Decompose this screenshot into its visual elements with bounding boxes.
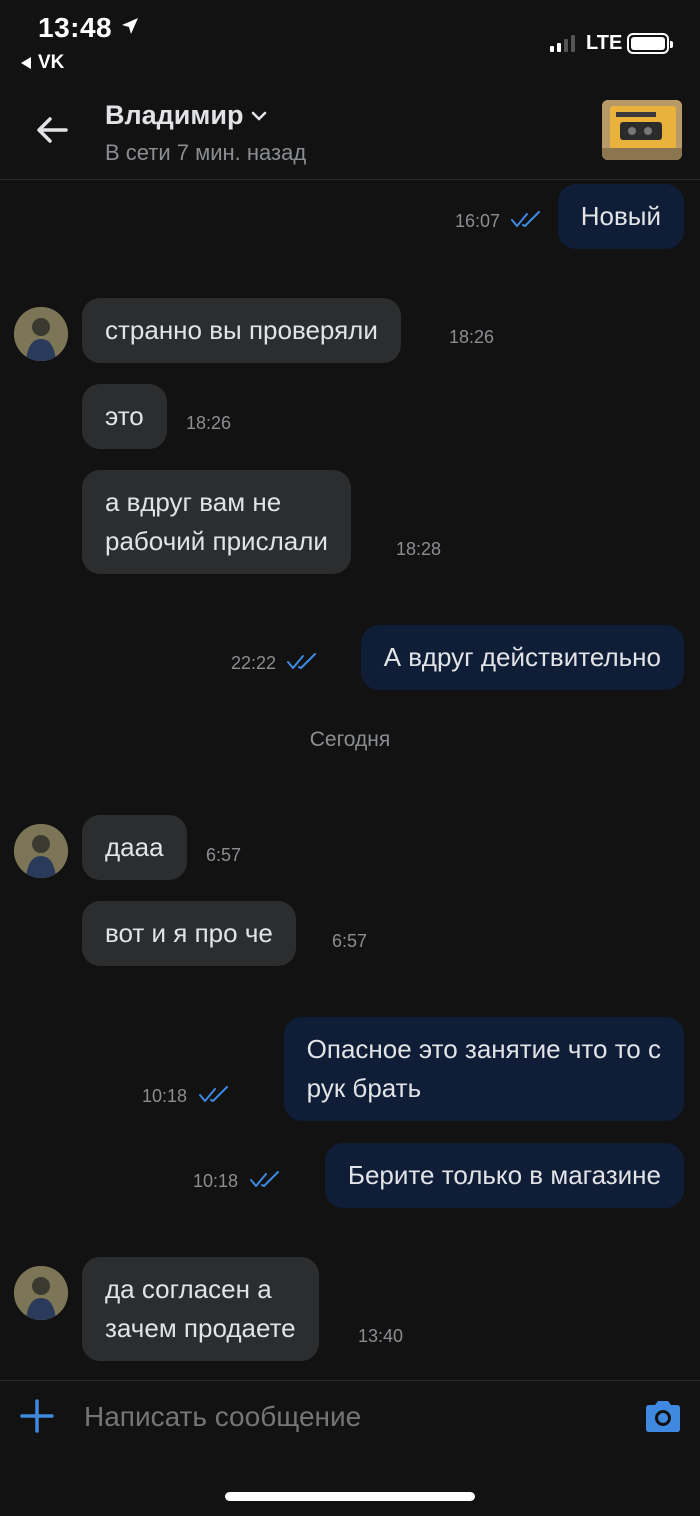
read-checks-icon xyxy=(250,1171,279,1187)
message-time: 10:18 xyxy=(142,1086,188,1106)
network-label: LTE xyxy=(586,32,623,54)
contact-name-row[interactable]: Владимир xyxy=(105,100,267,131)
message-bubble-outgoing[interactable]: Новый xyxy=(557,184,684,249)
message-input[interactable] xyxy=(84,1401,604,1433)
message-bubble-incoming[interactable]: да согласен а зачем продаете xyxy=(82,1257,319,1361)
message-time: 18:26 xyxy=(449,327,495,347)
chat-header: Владимир В сети 7 мин. назад xyxy=(0,80,700,180)
home-indicator xyxy=(225,1492,475,1501)
date-separator: Сегодня xyxy=(309,728,391,751)
message-bubble-outgoing[interactable]: Берите только в магазине xyxy=(324,1143,684,1208)
read-checks-icon xyxy=(511,211,540,227)
status-time: 13:48 xyxy=(38,12,113,43)
message-bubble-outgoing[interactable]: Опасное это занятие что то с рук брать xyxy=(283,1017,684,1121)
message-bubble-incoming[interactable]: это xyxy=(82,384,167,449)
chevron-down-icon xyxy=(252,111,267,121)
back-arrow-icon[interactable] xyxy=(34,112,70,148)
contact-status: В сети 7 мин. назад xyxy=(105,140,307,165)
message-bubble-incoming[interactable]: дааа xyxy=(82,815,187,880)
product-thumbnail[interactable] xyxy=(602,100,682,160)
message-bubble-incoming[interactable]: вот и я про че xyxy=(82,901,296,966)
message-time: 16:07 xyxy=(455,211,501,231)
avatar[interactable] xyxy=(14,1266,68,1320)
status-bar: 13:48 VK LTE xyxy=(0,0,700,80)
message-bubble-outgoing[interactable]: А вдруг действительно xyxy=(360,625,684,690)
location-arrow-icon xyxy=(122,18,138,34)
small-back-triangle-icon xyxy=(21,57,31,69)
camera-icon[interactable] xyxy=(643,1399,683,1433)
message-time: 13:40 xyxy=(358,1326,404,1346)
contact-name: Владимир xyxy=(105,100,244,130)
message-time: 6:57 xyxy=(206,845,242,865)
message-bubble-incoming[interactable]: странно вы проверяли xyxy=(82,298,401,363)
battery-icon xyxy=(627,33,673,54)
read-checks-icon xyxy=(287,653,316,669)
avatar[interactable] xyxy=(14,824,68,878)
message-bubble-incoming[interactable]: а вдруг вам не рабочий прислали xyxy=(82,470,351,574)
back-app-label: VK xyxy=(38,52,65,73)
message-time: 6:57 xyxy=(332,931,368,951)
signal-icon xyxy=(550,34,575,52)
composer-bar xyxy=(0,1380,700,1460)
plus-icon[interactable] xyxy=(20,1399,54,1433)
message-time: 18:28 xyxy=(396,539,442,559)
read-checks-icon xyxy=(199,1086,228,1102)
back-to-app-link[interactable]: VK xyxy=(20,52,64,74)
avatar[interactable] xyxy=(14,307,68,361)
message-time: 18:26 xyxy=(186,413,232,433)
message-list: 16:07 Новый странно вы проверяли 18:26 э… xyxy=(0,181,700,1379)
message-time: 22:22 xyxy=(231,653,277,673)
message-time: 10:18 xyxy=(193,1171,239,1191)
